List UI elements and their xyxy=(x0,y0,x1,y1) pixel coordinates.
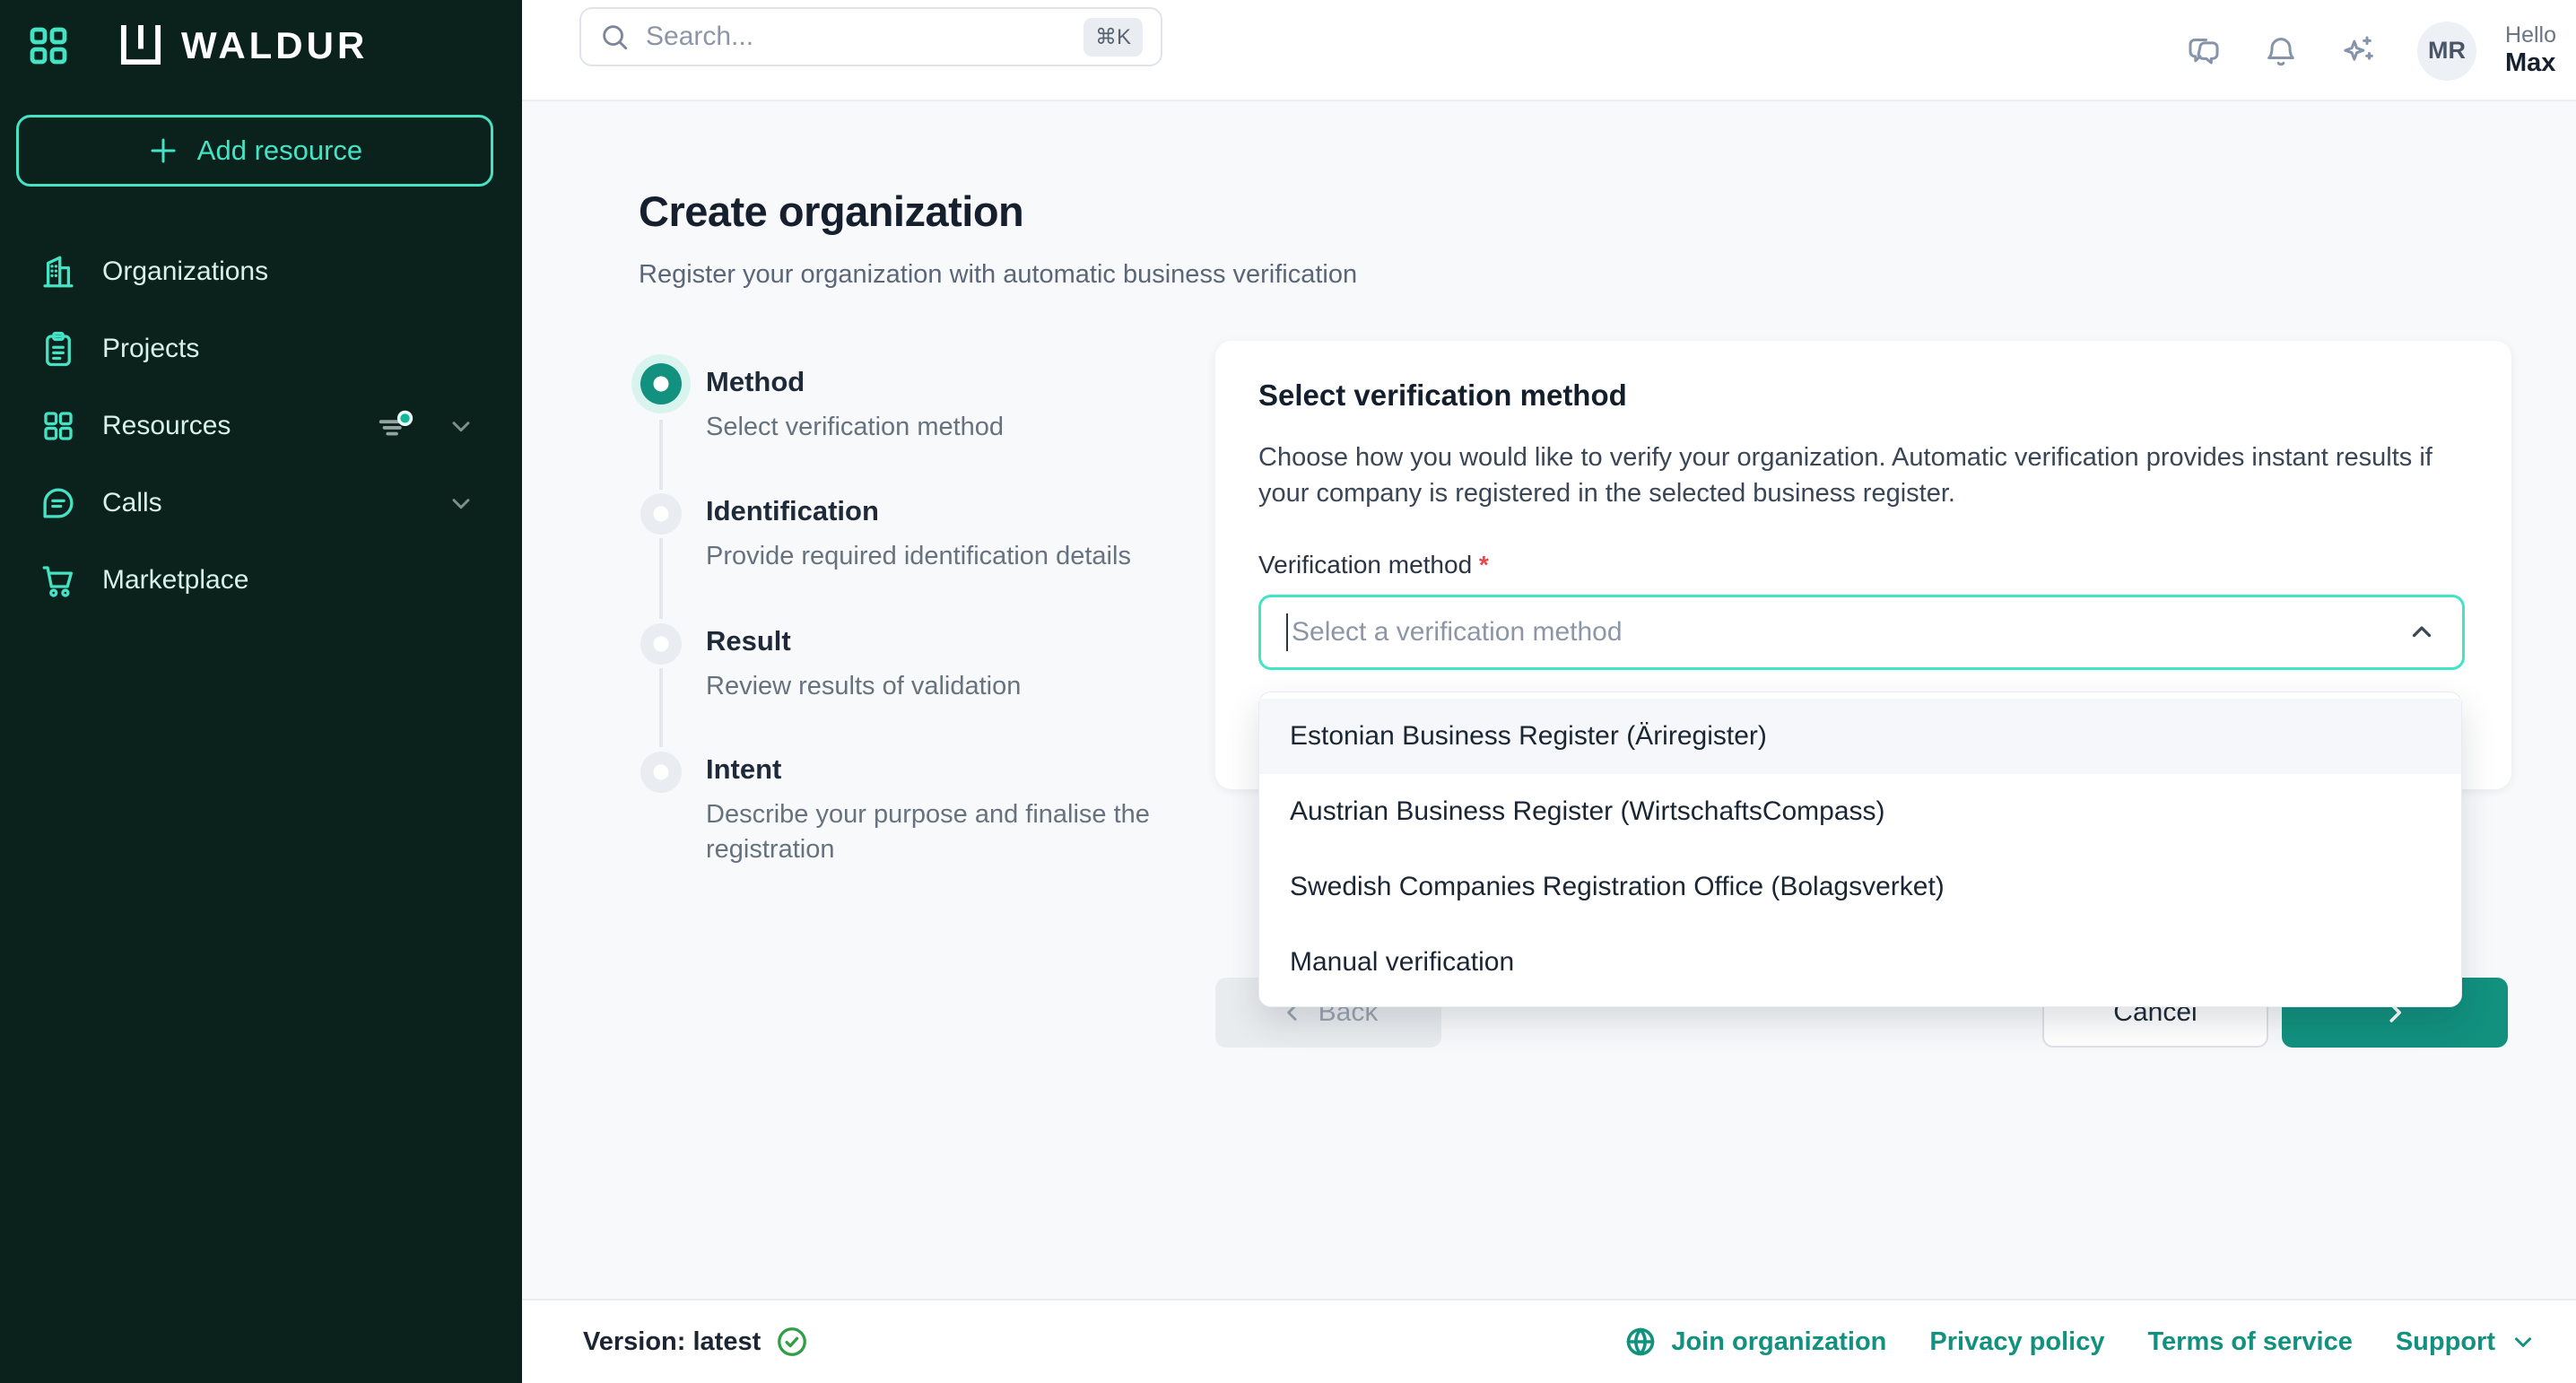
card-description: Choose how you would like to verify your… xyxy=(1258,439,2451,511)
step-indicator-intent[interactable] xyxy=(640,752,682,793)
step-desc-result: Review results of validation xyxy=(706,669,1226,704)
globe-icon xyxy=(1624,1326,1657,1358)
select-placeholder: Select a verification method xyxy=(1292,617,1623,648)
topbar: ⌘K MR Hello Max xyxy=(522,0,2576,101)
dropdown-option-manual[interactable]: Manual verification xyxy=(1259,925,2461,1000)
sidebar: WALDUR Add resource Organizations Projec… xyxy=(0,0,522,1383)
step-connector xyxy=(659,420,663,490)
step-title-identification: Identification xyxy=(706,495,879,527)
sidebar-item-calls[interactable]: Calls xyxy=(0,465,522,542)
terms-of-service-label: Terms of service xyxy=(2147,1327,2352,1357)
waldur-logo-text: WALDUR xyxy=(181,24,368,67)
greeting-text: Hello xyxy=(2505,22,2556,48)
step-title-intent: Intent xyxy=(706,753,781,786)
sidebar-nav: Organizations Projects Resources xyxy=(0,233,522,619)
waldur-logo[interactable]: WALDUR xyxy=(118,24,368,67)
footer-links: Join organization Privacy policy Terms o… xyxy=(1624,1326,2537,1358)
step-title-method: Method xyxy=(706,366,805,398)
grid-icon xyxy=(39,407,77,445)
verification-method-dropdown: Estonian Business Register (Äriregister)… xyxy=(1258,692,2462,1007)
step-desc-method: Select verification method xyxy=(706,410,1226,445)
join-organization-link[interactable]: Join organization xyxy=(1624,1326,1886,1358)
step-indicator-result[interactable] xyxy=(640,623,682,665)
chevron-down-icon xyxy=(2510,1328,2537,1355)
sidebar-item-label: Projects xyxy=(102,334,199,364)
sidebar-item-organizations[interactable]: Organizations xyxy=(0,233,522,310)
search-input[interactable] xyxy=(646,22,1067,52)
avatar[interactable]: MR xyxy=(2417,22,2476,81)
waldur-logo-glyph-icon xyxy=(118,25,163,66)
sidebar-item-projects[interactable]: Projects xyxy=(0,310,522,387)
clipboard-icon xyxy=(39,330,77,368)
greeting-block: Hello Max xyxy=(2505,22,2556,78)
dropdown-option-estonian[interactable]: Estonian Business Register (Äriregister) xyxy=(1259,699,2461,774)
sidebar-item-label: Organizations xyxy=(102,257,268,287)
search-box[interactable]: ⌘K xyxy=(579,7,1162,66)
card-title: Select verification method xyxy=(1258,378,1627,413)
sidebar-item-label: Resources xyxy=(102,411,231,441)
chevron-up-icon[interactable] xyxy=(2406,617,2437,648)
support-menu[interactable]: Support xyxy=(2396,1327,2537,1357)
field-label: Verification method * xyxy=(1258,551,1489,579)
sidebar-item-resources[interactable]: Resources xyxy=(0,387,522,465)
step-title-result: Result xyxy=(706,625,791,657)
dropdown-option-swedish[interactable]: Swedish Companies Registration Office (B… xyxy=(1259,849,2461,925)
search-shortcut-badge: ⌘K xyxy=(1083,18,1143,57)
chevron-down-icon[interactable] xyxy=(447,412,475,440)
dropdown-option-austrian[interactable]: Austrian Business Register (WirtschaftsC… xyxy=(1259,774,2461,849)
text-cursor xyxy=(1286,613,1288,651)
terms-of-service-link[interactable]: Terms of service xyxy=(2147,1327,2352,1357)
bell-icon[interactable] xyxy=(2263,33,2299,69)
privacy-policy-label: Privacy policy xyxy=(1929,1327,2104,1357)
version-label: Version: latest xyxy=(583,1327,761,1357)
field-label-text: Verification method xyxy=(1258,551,1472,578)
page-title: Create organization xyxy=(639,187,1023,236)
page-subtitle: Register your organization with automati… xyxy=(639,260,1357,290)
footer: Version: latest Join organization Privac… xyxy=(522,1299,2576,1383)
calls-controls xyxy=(447,489,522,518)
app-grid-icon[interactable] xyxy=(27,24,70,67)
search-icon xyxy=(599,22,630,52)
version-info: Version: latest xyxy=(583,1325,809,1359)
support-label: Support xyxy=(2396,1327,2495,1357)
sidebar-item-label: Marketplace xyxy=(102,565,248,596)
filter-icon[interactable] xyxy=(375,405,416,447)
chevron-down-icon[interactable] xyxy=(447,489,475,518)
step-indicator-method[interactable] xyxy=(640,363,682,404)
add-resource-button[interactable]: Add resource xyxy=(16,115,493,187)
sidebar-header: WALDUR xyxy=(27,14,368,77)
building-icon xyxy=(39,253,77,291)
add-resource-label: Add resource xyxy=(197,135,362,167)
step-indicator-identification[interactable] xyxy=(640,493,682,535)
topbar-actions: MR Hello Max xyxy=(2186,0,2556,101)
check-circle-icon xyxy=(775,1325,809,1359)
app-root: WALDUR Add resource Organizations Projec… xyxy=(0,0,2576,1383)
plus-icon xyxy=(147,135,179,167)
join-organization-label: Join organization xyxy=(1671,1327,1886,1357)
required-marker: * xyxy=(1479,551,1489,578)
verification-method-select[interactable]: Select a verification method xyxy=(1258,595,2465,670)
chat-bubble-icon xyxy=(39,484,77,522)
sidebar-item-label: Calls xyxy=(102,488,162,518)
step-desc-identification: Provide required identification details xyxy=(706,539,1226,574)
step-connector xyxy=(659,668,663,747)
privacy-policy-link[interactable]: Privacy policy xyxy=(1929,1327,2104,1357)
chat-bubbles-icon[interactable] xyxy=(2186,33,2222,69)
sidebar-item-marketplace[interactable]: Marketplace xyxy=(0,542,522,619)
step-desc-intent: Describe your purpose and finalise the r… xyxy=(706,797,1226,867)
step-connector xyxy=(659,538,663,619)
sparkles-icon[interactable] xyxy=(2340,33,2376,69)
resources-controls xyxy=(375,405,522,447)
user-name: Max xyxy=(2505,48,2556,78)
cart-icon xyxy=(39,561,77,599)
